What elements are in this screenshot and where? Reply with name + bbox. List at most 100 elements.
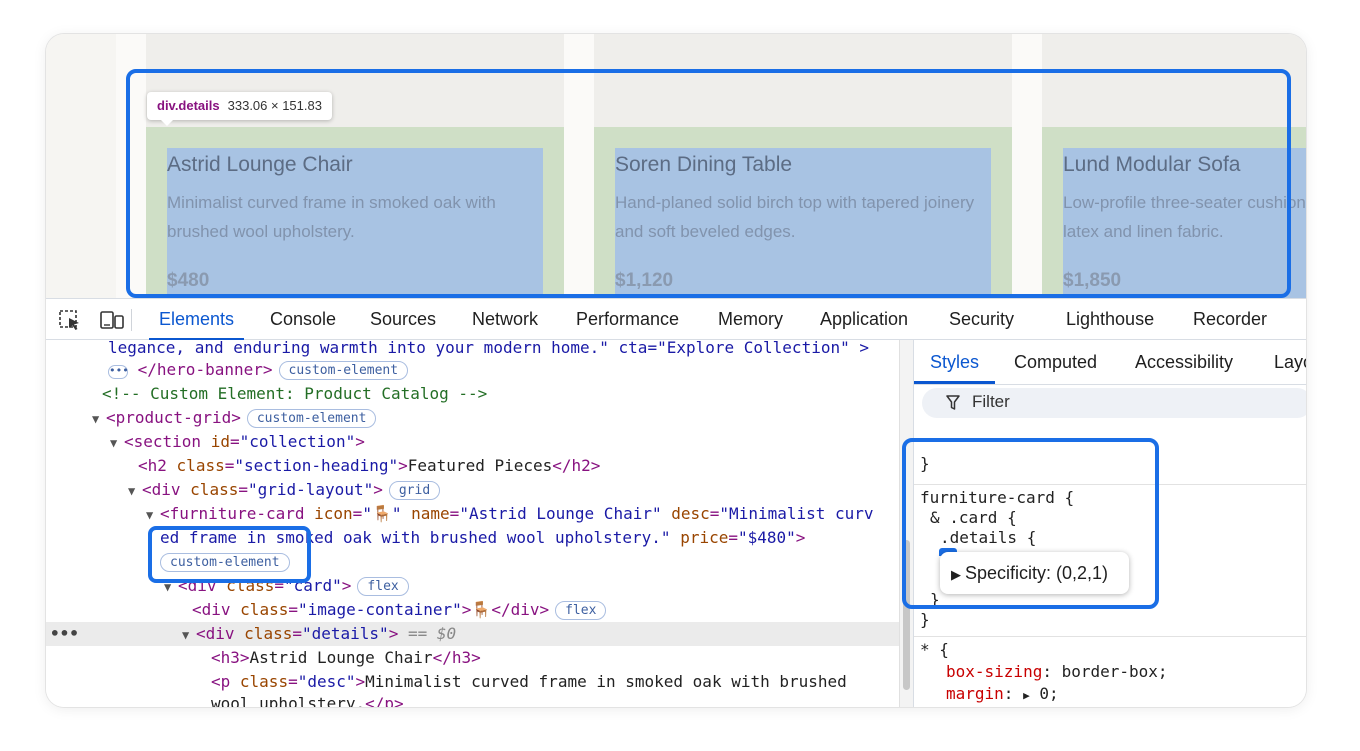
devtools-tabbar: Elements Console Sources Network Perform… bbox=[46, 298, 1306, 341]
tag-name: <furniture-card bbox=[160, 504, 305, 523]
browser-frame: Astrid Lounge Chair Minimalist curved fr… bbox=[46, 34, 1306, 707]
tag-name: </div> bbox=[491, 600, 550, 619]
custom-element-badge[interactable]: custom-element bbox=[278, 361, 409, 380]
dom-line[interactable]: wool upholstery.</p> bbox=[211, 692, 404, 707]
attr-value: "$480" bbox=[738, 528, 796, 547]
flex-badge[interactable]: flex bbox=[555, 601, 607, 620]
tag-name: <h3> bbox=[211, 648, 250, 667]
text-node: Minimalist curved frame in smoked oak wi… bbox=[365, 672, 847, 691]
tag-name: <div bbox=[192, 600, 231, 619]
elements-panel: legance, and enduring warmth into your m… bbox=[46, 340, 899, 707]
text-node: wool upholstery. bbox=[211, 694, 366, 707]
text-node: Featured Pieces bbox=[407, 456, 553, 475]
grid-badge[interactable]: grid bbox=[388, 481, 441, 500]
rule-separator bbox=[914, 636, 1306, 637]
tab-memory[interactable]: Memory bbox=[718, 299, 783, 340]
dom-line[interactable]: ▼ <product-grid> custom-element bbox=[92, 406, 377, 431]
custom-element-badge[interactable]: custom-element bbox=[246, 409, 377, 428]
tab-network[interactable]: Network bbox=[472, 299, 538, 340]
styles-filter-input[interactable]: Filter bbox=[922, 388, 1306, 418]
css-declaration[interactable]: margin: ▶ 0; bbox=[946, 684, 1059, 706]
subtab-accessibility[interactable]: Accessibility bbox=[1135, 340, 1233, 384]
dom-line-selected[interactable]: ••• ▼ <div class="details"> == $0 bbox=[46, 622, 899, 646]
expand-triangle-icon[interactable]: ▶ bbox=[1023, 689, 1030, 702]
console-ref: == $0 bbox=[407, 624, 457, 643]
tag-name: <section bbox=[124, 432, 202, 451]
ellipsis-badge[interactable]: ••• bbox=[108, 365, 129, 379]
dom-line[interactable]: <p class="desc">Minimalist curved frame … bbox=[211, 670, 847, 694]
annotation-highlight-rule bbox=[902, 438, 1159, 609]
collapse-arrow-icon[interactable]: ▼ bbox=[110, 432, 124, 455]
filter-icon bbox=[946, 395, 960, 416]
dom-line[interactable]: <h2 class="section-heading">Featured Pie… bbox=[138, 454, 600, 478]
css-declaration[interactable]: box-sizing: border-box; bbox=[946, 662, 1168, 682]
annotation-highlight-details bbox=[126, 69, 1291, 298]
tab-sources[interactable]: Sources bbox=[370, 299, 436, 340]
tab-separator bbox=[131, 309, 132, 331]
subtab-computed[interactable]: Computed bbox=[1014, 340, 1097, 384]
css-declaration[interactable]: padding: ▶ 0; bbox=[946, 704, 1068, 707]
attr-name: class bbox=[240, 600, 289, 619]
tab-console[interactable]: Console bbox=[270, 299, 336, 340]
attr-value: "section-heading" bbox=[234, 456, 399, 475]
attr-name: class bbox=[190, 480, 239, 499]
attr-value: "Astrid Lounge Chair" bbox=[459, 504, 662, 523]
collapse-arrow-icon[interactable]: ▼ bbox=[146, 504, 160, 527]
subtab-styles[interactable]: Styles bbox=[914, 340, 996, 384]
tab-security[interactable]: Security bbox=[949, 299, 1014, 340]
tab-lighthouse[interactable]: Lighthouse bbox=[1066, 299, 1154, 340]
attr-name: class bbox=[244, 624, 293, 643]
css-property[interactable]: padding bbox=[946, 704, 1013, 707]
tag-name: <div bbox=[142, 480, 181, 499]
css-property[interactable]: box-sizing bbox=[946, 662, 1042, 681]
dom-line[interactable]: <div class="image-container">🪑</div> flex bbox=[192, 598, 607, 622]
tag-name: </hero-banner> bbox=[137, 360, 273, 379]
dom-line[interactable]: <h3>Astrid Lounge Chair</h3> bbox=[211, 646, 481, 670]
inspect-element-icon[interactable] bbox=[58, 309, 82, 331]
dom-line[interactable]: ▼ <furniture-card icon="🪑" name="Astrid L… bbox=[146, 502, 874, 526]
attr-value: "desc" bbox=[297, 672, 356, 691]
dom-line[interactable]: ▼ <section id="collection"> bbox=[110, 430, 365, 454]
attr-name: desc bbox=[671, 504, 710, 523]
css-value[interactable]: 0; bbox=[1049, 704, 1068, 707]
css-value[interactable]: 0; bbox=[1039, 684, 1058, 703]
flex-badge[interactable]: flex bbox=[357, 577, 409, 596]
css-value[interactable]: border-box; bbox=[1062, 662, 1168, 681]
attr-name: class bbox=[176, 456, 225, 475]
collapse-arrow-icon[interactable]: ▼ bbox=[128, 480, 142, 503]
tab-application[interactable]: Application bbox=[820, 299, 908, 340]
tag-name: <div bbox=[196, 624, 235, 643]
tag-name: <product-grid> bbox=[106, 408, 241, 427]
tag-name: </p> bbox=[365, 694, 404, 707]
attr-name: icon bbox=[314, 504, 353, 523]
dom-line[interactable]: <!-- Custom Element: Product Catalog --> bbox=[102, 382, 487, 406]
collapse-arrow-icon[interactable]: ▼ bbox=[182, 624, 196, 647]
tab-recorder[interactable]: Recorder bbox=[1193, 299, 1267, 340]
attr-value: "grid-layout" bbox=[247, 480, 374, 499]
attr-name: class bbox=[239, 672, 289, 691]
subtab-layout[interactable]: Layout bbox=[1274, 340, 1306, 384]
tab-performance[interactable]: Performance bbox=[576, 299, 679, 340]
attr-value: "🪑" bbox=[362, 504, 402, 523]
annotation-highlight-badge bbox=[148, 526, 311, 583]
attr-value: legance, and enduring warmth into your m… bbox=[108, 340, 869, 357]
tag-name: </h3> bbox=[432, 648, 481, 667]
css-selector[interactable]: * { bbox=[920, 640, 949, 660]
css-brace: } bbox=[920, 610, 930, 629]
device-toolbar-icon[interactable] bbox=[100, 309, 124, 331]
row-menu-icon[interactable]: ••• bbox=[50, 622, 79, 645]
attr-value: "image-container" bbox=[297, 600, 462, 619]
filter-label: Filter bbox=[972, 392, 1010, 411]
tab-elements[interactable]: Elements bbox=[148, 299, 245, 341]
attr-value: "details" bbox=[301, 624, 389, 643]
dom-line[interactable]: ▼ <div class="grid-layout"> grid bbox=[128, 478, 441, 503]
dom-line[interactable]: ••• </hero-banner> custom-element bbox=[108, 358, 409, 382]
tag-name: </h2> bbox=[552, 456, 601, 475]
text-node: Astrid Lounge Chair bbox=[249, 648, 433, 667]
attr-value: "Minimalist curv bbox=[719, 504, 874, 523]
css-property[interactable]: margin bbox=[946, 684, 1004, 703]
attr-name: id bbox=[210, 432, 230, 451]
collapse-arrow-icon[interactable]: ▼ bbox=[92, 408, 106, 431]
dom-line[interactable]: legance, and enduring warmth into your m… bbox=[108, 340, 869, 360]
subtab-divider bbox=[914, 384, 1306, 385]
